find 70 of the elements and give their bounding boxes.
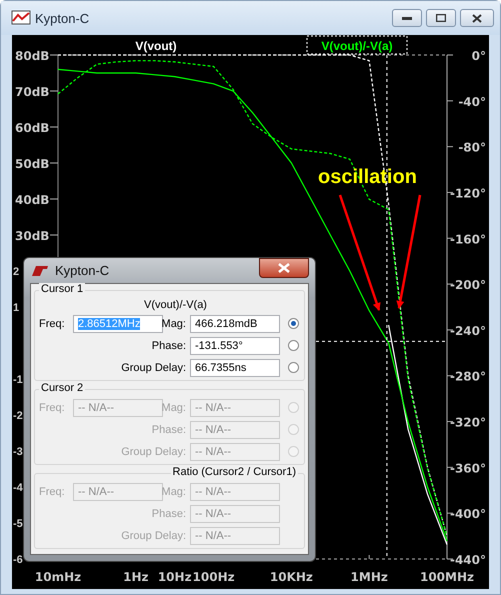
close-button[interactable] <box>460 9 494 27</box>
chart-icon <box>11 9 31 27</box>
radio-button[interactable] <box>288 340 298 351</box>
field-label: Mag: <box>162 486 186 498</box>
trace-label[interactable]: V(vout)/-V(a) <box>306 36 408 54</box>
freq-label: Freq: <box>39 402 66 414</box>
minimize-icon <box>402 15 412 21</box>
axis-label: -240° <box>450 324 486 338</box>
value-field[interactable]: 66.7355ns <box>190 358 280 376</box>
group-title: Ratio (Cursor2 / Cursor1) <box>170 466 298 478</box>
minimize-button[interactable] <box>392 9 422 27</box>
field-label: Phase: <box>152 340 186 352</box>
logo-icon <box>30 264 50 278</box>
close-button[interactable] <box>259 258 309 278</box>
freq-label: Freq: <box>39 486 66 498</box>
axis-label: -6 <box>13 554 23 566</box>
field-label: Group Delay: <box>121 530 186 542</box>
axis-label: 100Hz <box>192 570 235 584</box>
axis-label: -80° <box>458 140 486 155</box>
axis-label: 1Hz <box>123 570 148 584</box>
value-field[interactable]: 466.218mdB <box>190 314 280 332</box>
freq-field[interactable]: 2.86512MHz <box>73 314 163 332</box>
window-title: Kypton-C <box>35 10 90 26</box>
group-title: Cursor 2 <box>39 382 86 394</box>
axis-label: 60dB <box>15 121 50 135</box>
axis-label: -160° <box>450 232 486 246</box>
field-label: Phase: <box>152 424 186 436</box>
trace-label[interactable]: V(vout) <box>135 39 177 53</box>
axis-label: -120° <box>450 186 486 200</box>
axis-label: -1 <box>13 374 23 386</box>
axis-label: 1 <box>13 302 20 314</box>
axis-label: 0° <box>472 49 486 63</box>
maximize-button[interactable] <box>426 9 456 27</box>
axis-label: 10mHz <box>34 570 82 584</box>
maximize-icon <box>436 14 446 22</box>
axis-label: -3 <box>13 446 23 458</box>
axis-label: 80dB <box>15 49 50 63</box>
axis-label: 100MHz <box>420 570 474 584</box>
field-label: Mag: <box>162 402 186 414</box>
axis-label: 30dB <box>15 229 50 243</box>
axis-label: 10KHz <box>270 570 313 584</box>
axis-label: -400° <box>450 507 486 522</box>
axis-label: 1MHz <box>350 570 388 584</box>
field-label: Mag: <box>162 318 186 330</box>
axis-label: -4 <box>13 482 23 494</box>
axis-label: -440° <box>450 553 486 567</box>
axis-label: -200° <box>450 278 486 292</box>
axis-label: 70dB <box>15 85 50 99</box>
axis-label: -40° <box>458 94 486 109</box>
field-label: Group Delay: <box>121 446 186 458</box>
axis-label: -280° <box>450 370 486 384</box>
axis-label: 2 <box>13 266 20 278</box>
axis-label: -320° <box>450 416 486 430</box>
axis-label: -360° <box>450 461 486 476</box>
field-label: Group Delay: <box>121 362 186 374</box>
axis-label: -2 <box>13 410 23 422</box>
radio-button[interactable] <box>288 362 298 373</box>
close-icon <box>278 262 290 272</box>
radio-button[interactable] <box>288 318 298 329</box>
field-label: Phase: <box>152 508 186 520</box>
dialog-title: Kypton-C <box>55 263 110 278</box>
axis-label: 50dB <box>15 157 50 171</box>
value-field[interactable]: -131.553° <box>190 336 280 354</box>
axis-label: 40dB <box>15 193 50 207</box>
freq-label: Freq: <box>39 318 66 330</box>
group-title: Cursor 1 <box>39 283 86 295</box>
axis-label: 10Hz <box>158 570 192 584</box>
trace-name: V(vout)/-V(a) <box>144 299 207 311</box>
close-icon <box>472 14 482 22</box>
axis-label: -5 <box>13 518 23 530</box>
